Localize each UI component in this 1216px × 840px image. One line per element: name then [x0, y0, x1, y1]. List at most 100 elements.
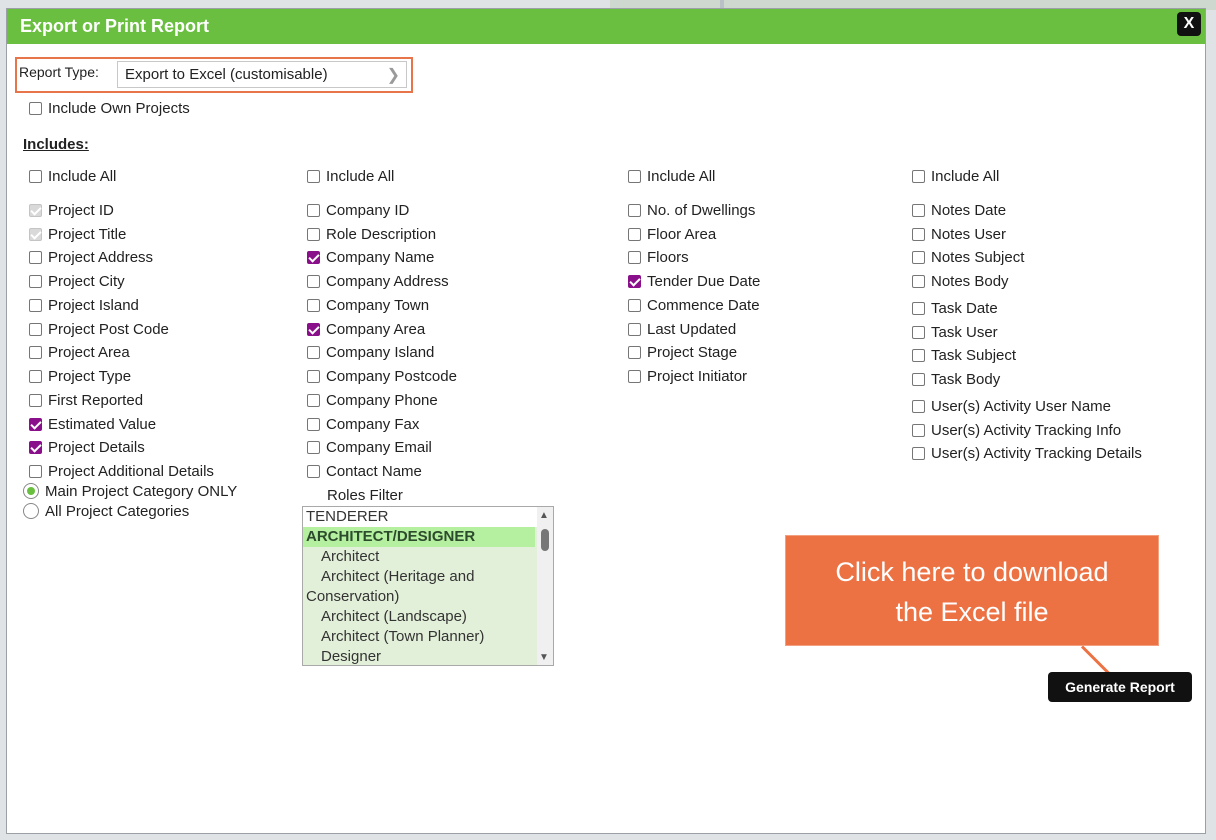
include-all-checkbox[interactable] [307, 170, 320, 183]
field-option[interactable]: Commence Date [628, 297, 760, 317]
scroll-down-icon[interactable]: ▼ [539, 652, 549, 663]
role-option[interactable]: Architect [303, 547, 553, 567]
report-type-select[interactable]: Export to Excel (customisable) ❯ [117, 61, 407, 88]
field-checkbox[interactable] [628, 251, 641, 264]
include-all-col-4[interactable]: Include All [912, 168, 999, 188]
field-checkbox[interactable] [307, 441, 320, 454]
radio-main-category[interactable] [23, 483, 39, 499]
field-option[interactable]: Company Phone [307, 392, 438, 412]
field-checkbox[interactable] [29, 418, 42, 431]
include-all-checkbox[interactable] [912, 170, 925, 183]
field-option[interactable]: User(s) Activity Tracking Details [912, 445, 1142, 465]
field-checkbox[interactable] [29, 275, 42, 288]
listbox-scrollbar[interactable]: ▲ ▼ [537, 507, 553, 665]
include-all-col-1[interactable]: Include All [29, 168, 116, 188]
include-own-projects-checkbox[interactable] [29, 102, 42, 115]
generate-report-button[interactable]: Generate Report [1048, 672, 1192, 702]
field-option[interactable]: Floors [628, 249, 689, 269]
field-option[interactable]: Project Title [29, 226, 126, 246]
field-option[interactable]: Company Fax [307, 416, 419, 436]
field-checkbox[interactable] [912, 302, 925, 315]
field-checkbox[interactable] [29, 346, 42, 359]
field-checkbox[interactable] [307, 323, 320, 336]
field-option[interactable]: Notes User [912, 226, 1006, 246]
field-option[interactable]: Project Stage [628, 344, 737, 364]
field-option[interactable]: Tender Due Date [628, 273, 760, 293]
field-option[interactable]: No. of Dwellings [628, 202, 755, 222]
field-checkbox[interactable] [307, 465, 320, 478]
field-checkbox[interactable] [29, 299, 42, 312]
field-option[interactable]: Project ID [29, 202, 114, 222]
category-option-all[interactable]: All Project Categories [23, 503, 189, 523]
field-option[interactable]: Company Island [307, 344, 434, 364]
role-option[interactable]: Architect (Landscape) [303, 607, 553, 627]
field-option[interactable]: User(s) Activity Tracking Info [912, 422, 1121, 442]
field-option[interactable]: Contact Name [307, 463, 422, 483]
field-option[interactable]: Company Email [307, 439, 432, 459]
field-checkbox[interactable] [628, 370, 641, 383]
field-checkbox[interactable] [29, 251, 42, 264]
field-checkbox[interactable] [628, 323, 641, 336]
field-option[interactable]: Project Details [29, 439, 145, 459]
field-option[interactable]: Company Area [307, 321, 425, 341]
field-checkbox[interactable] [912, 228, 925, 241]
field-checkbox[interactable] [307, 394, 320, 407]
field-checkbox[interactable] [29, 323, 42, 336]
field-checkbox[interactable] [912, 349, 925, 362]
role-option[interactable]: Designer [303, 647, 553, 665]
field-checkbox[interactable] [912, 373, 925, 386]
field-option[interactable]: First Reported [29, 392, 143, 412]
role-option[interactable]: ARCHITECT/DESIGNER [303, 527, 535, 547]
field-checkbox[interactable] [29, 465, 42, 478]
field-checkbox[interactable] [307, 299, 320, 312]
include-all-checkbox[interactable] [29, 170, 42, 183]
roles-filter-listbox[interactable]: TENDERER ARCHITECT/DESIGNER Architect Archi… [302, 506, 554, 666]
field-option[interactable]: Project Island [29, 297, 139, 317]
field-option[interactable]: Project Additional Details [29, 463, 214, 483]
field-checkbox[interactable] [912, 275, 925, 288]
field-checkbox[interactable] [307, 370, 320, 383]
field-checkbox[interactable] [29, 370, 42, 383]
field-option[interactable]: Last Updated [628, 321, 736, 341]
category-option-main[interactable]: Main Project Category ONLY [23, 483, 237, 503]
include-own-projects[interactable]: Include Own Projects [29, 100, 190, 120]
field-option[interactable]: Role Description [307, 226, 436, 246]
role-option[interactable]: Architect (Town Planner) [303, 627, 553, 647]
field-option[interactable]: Task User [912, 324, 998, 344]
scroll-up-icon[interactable]: ▲ [539, 510, 549, 521]
field-option[interactable]: User(s) Activity User Name [912, 398, 1111, 418]
field-option[interactable]: Task Body [912, 371, 1000, 391]
include-all-checkbox[interactable] [628, 170, 641, 183]
role-option[interactable]: Architect (Heritage and Conservation) [303, 567, 535, 607]
close-button[interactable]: X [1177, 12, 1201, 36]
field-checkbox[interactable] [307, 204, 320, 217]
field-option[interactable]: Company Address [307, 273, 449, 293]
field-checkbox[interactable] [29, 394, 42, 407]
field-option[interactable]: Notes Subject [912, 249, 1024, 269]
field-option[interactable]: Project Type [29, 368, 131, 388]
field-option[interactable]: Company Town [307, 297, 429, 317]
role-option[interactable]: TENDERER [303, 507, 553, 527]
field-checkbox[interactable] [912, 447, 925, 460]
field-checkbox[interactable] [912, 424, 925, 437]
field-checkbox[interactable] [307, 251, 320, 264]
field-option[interactable]: Project City [29, 273, 125, 293]
field-checkbox[interactable] [628, 228, 641, 241]
field-option[interactable]: Company Name [307, 249, 434, 269]
field-option[interactable]: Company Postcode [307, 368, 457, 388]
field-checkbox[interactable] [912, 326, 925, 339]
field-option[interactable]: Task Date [912, 300, 998, 320]
field-checkbox[interactable] [628, 275, 641, 288]
field-option[interactable]: Project Initiator [628, 368, 747, 388]
field-option[interactable]: Task Subject [912, 347, 1016, 367]
field-option[interactable]: Project Area [29, 344, 130, 364]
include-all-col-2[interactable]: Include All [307, 168, 394, 188]
field-checkbox[interactable] [912, 400, 925, 413]
field-checkbox[interactable] [628, 346, 641, 359]
field-checkbox[interactable] [912, 251, 925, 264]
field-option[interactable]: Notes Date [912, 202, 1006, 222]
include-all-col-3[interactable]: Include All [628, 168, 715, 188]
field-checkbox[interactable] [912, 204, 925, 217]
field-checkbox[interactable] [29, 441, 42, 454]
field-option[interactable]: Floor Area [628, 226, 716, 246]
